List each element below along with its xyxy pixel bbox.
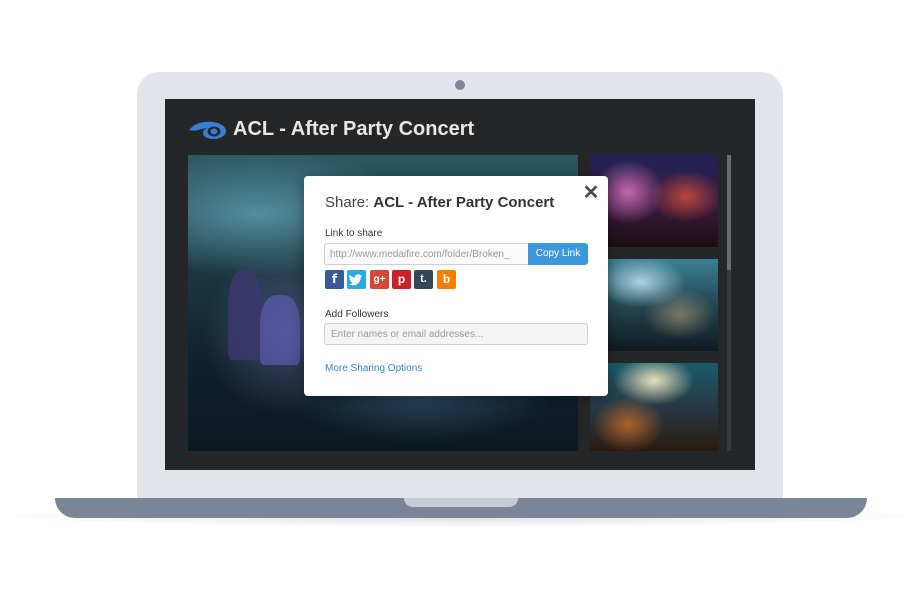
photo-figure [228,270,262,360]
dialog-title-prefix: Share: [325,194,370,211]
dialog-title-name: ACL - After Party Concert [373,194,555,211]
scrollbar-thumb[interactable] [727,155,731,270]
thumbnail-scrollbar[interactable] [727,155,731,451]
google-plus-icon[interactable]: g+ [370,270,389,289]
copy-link-button[interactable]: Copy Link [528,243,588,265]
thumbnail[interactable] [590,363,718,451]
followers-input[interactable] [324,323,588,345]
thumbnail[interactable] [590,155,718,247]
blogger-icon[interactable]: b [437,270,456,289]
laptop-notch [404,498,518,507]
share-link-input[interactable] [324,243,528,265]
pinterest-icon[interactable]: p [392,270,411,289]
twitter-icon[interactable] [347,270,366,289]
tumblr-icon[interactable]: t. [414,270,433,289]
share-dialog: ✕ Share: ACL - After Party Concert Link … [304,176,608,396]
link-label: Link to share [325,228,383,239]
thumbnail[interactable] [590,259,718,351]
mediafire-flame-icon [189,121,226,139]
camera-icon [455,80,465,90]
facebook-icon[interactable]: f [325,270,344,289]
thumbnail-strip [590,155,718,451]
dialog-title: Share: ACL - After Party Concert [325,194,554,211]
more-sharing-options-link[interactable]: More Sharing Options [325,363,422,374]
photo-figure [260,295,300,365]
album-title: ACL - After Party Concert [233,118,475,140]
followers-label: Add Followers [325,309,389,320]
close-icon[interactable]: ✕ [581,183,601,203]
